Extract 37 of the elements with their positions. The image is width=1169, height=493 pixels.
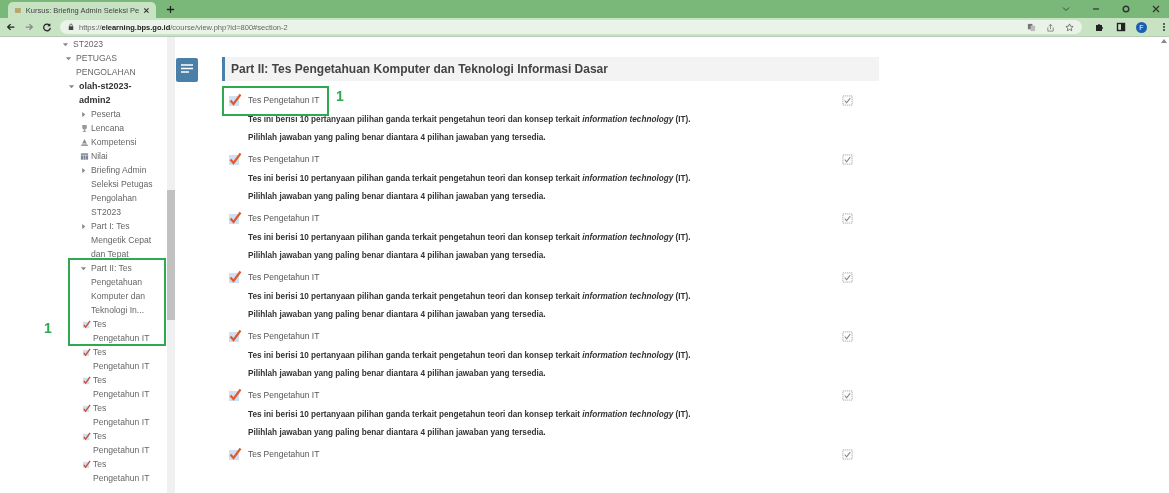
- activity-link[interactable]: Tes Pengetahun IT: [248, 95, 320, 105]
- activity-description: Pilihlah jawaban yang paling benar diantara 4 pilihan jawaban yang tersedia.: [247, 131, 547, 144]
- activity-link[interactable]: Tes Pengetahun IT: [248, 213, 320, 223]
- tree-item[interactable]: ST2023: [73, 37, 160, 51]
- activity-description: Tes ini berisi 10 pertanyaan pilihan ganda terkait pengetahun teori dan konsep terkait information technology (IT).: [247, 350, 692, 362]
- activity-description: Pilihlah jawaban yang paling benar diantara 4 pilihan jawaban yang tersedia.: [247, 367, 547, 380]
- activity-link[interactable]: Tes Pengetahun IT: [248, 449, 320, 459]
- tree-item[interactable]: Lencana: [91, 121, 160, 135]
- annotation-number: 1: [336, 88, 344, 104]
- activity-description: Tes ini berisi 10 pertanyaan pilihan ganda terkait pengetahun teori dan konsep terkait information technology (IT).: [247, 173, 692, 185]
- tree-item[interactable]: Tes Pengetahun IT: [93, 429, 154, 457]
- tree-item[interactable]: Tes Pengetahun IT: [93, 401, 154, 429]
- tree-item[interactable]: Peserta: [91, 107, 160, 121]
- tree-item[interactable]: Tes Pengetahun IT: [93, 317, 154, 345]
- activity-description: Pilihlah jawaban yang paling benar diantara 4 pilihan jawaban yang tersedia.: [247, 190, 547, 203]
- tree-item[interactable]: Briefing Admin Seleksi Petugas Pengolahan ST2023: [91, 163, 160, 219]
- tree-item[interactable]: Part I: Tes Mengetik Cepat dan Tepat: [91, 219, 160, 261]
- activity-description: Tes ini berisi 10 pertanyaan pilihan ganda terkait pengetahun teori dan konsep terkait information technology (IT).: [247, 291, 692, 303]
- activity-link[interactable]: Tes Pengetahun IT: [248, 154, 320, 164]
- tree-item[interactable]: Nilai: [91, 149, 160, 163]
- tree-item[interactable]: Part II: Tes Pengetahuan Komputer dan Teknologi In...: [91, 261, 160, 317]
- activity-link[interactable]: Tes Pengetahun IT: [248, 331, 320, 341]
- activity-description: Pilihlah jawaban yang paling benar diantara 4 pilihan jawaban yang tersedia.: [247, 249, 547, 262]
- section-title: Part II: Tes Pengetahuan Komputer dan Teknologi Informasi Dasar: [222, 57, 879, 81]
- tree-item[interactable]: olah-st2023-admin2: [79, 79, 160, 107]
- annotation-number: 1: [44, 320, 52, 336]
- activity-description: Tes ini berisi 10 pertanyaan pilihan ganda terkait pengetahun teori dan konsep terkait information technology (IT).: [247, 232, 692, 244]
- activity-link[interactable]: Tes Pengetahun IT: [248, 390, 320, 400]
- tree-item[interactable]: PETUGAS PENGOLAHAN: [76, 51, 160, 79]
- tree-item[interactable]: Tes Pengetahun IT: [93, 373, 154, 401]
- activity-link[interactable]: Tes Pengetahun IT: [248, 272, 320, 282]
- activity-description: Pilihlah jawaban yang paling benar diantara 4 pilihan jawaban yang tersedia.: [247, 426, 547, 439]
- tree-item[interactable]: Tes Pengetahun IT: [93, 457, 154, 485]
- activity-description: Pilihlah jawaban yang paling benar diantara 4 pilihan jawaban yang tersedia.: [247, 308, 547, 321]
- activity-description: Tes ini berisi 10 pertanyaan pilihan ganda terkait pengetahun teori dan konsep terkait information technology (IT).: [247, 409, 692, 421]
- tree-item[interactable]: Kompetensi: [91, 135, 160, 149]
- tree-item[interactable]: Tes Pengetahun IT: [93, 345, 154, 373]
